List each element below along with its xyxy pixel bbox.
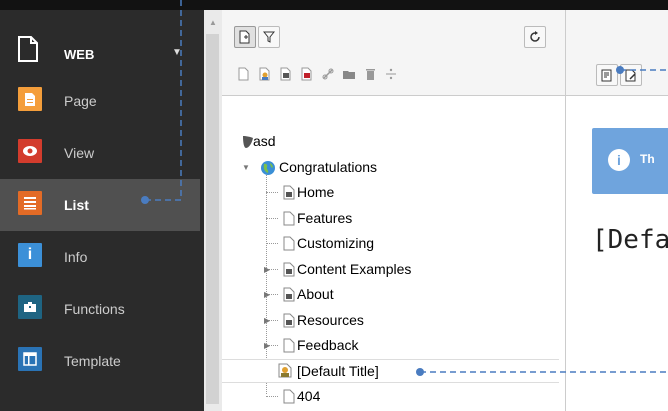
module-item-label: Info bbox=[64, 249, 88, 265]
chevron-down-icon[interactable]: ▼ bbox=[172, 47, 182, 58]
doctype-shortcut-icon[interactable] bbox=[279, 66, 293, 82]
module-item-label: List bbox=[64, 197, 89, 213]
new-record-icon bbox=[601, 69, 612, 81]
module-item-label: View bbox=[64, 145, 95, 161]
expand-right-icon[interactable]: ▶ bbox=[264, 316, 270, 325]
doctype-backend-user-icon[interactable] bbox=[258, 66, 272, 82]
tree-node-label: [Default Title] bbox=[297, 363, 379, 379]
module-item-page[interactable]: Page bbox=[0, 75, 200, 127]
globe-icon bbox=[261, 161, 275, 175]
docheader bbox=[566, 10, 668, 96]
module-menu-scrollbar[interactable]: ▲ bbox=[200, 10, 222, 411]
functions-module-icon bbox=[18, 295, 42, 319]
expand-down-icon[interactable]: ▼ bbox=[242, 163, 250, 172]
page-icon bbox=[283, 338, 295, 353]
doctype-divider-icon[interactable] bbox=[384, 66, 398, 82]
module-item-template[interactable]: Template bbox=[0, 335, 200, 387]
tree-node-page[interactable]: Features bbox=[222, 207, 565, 231]
new-page-icon bbox=[239, 30, 250, 44]
info-callout-title: Th bbox=[640, 152, 655, 166]
scroll-up-icon[interactable]: ▲ bbox=[209, 18, 217, 27]
document-icon bbox=[18, 36, 38, 62]
module-item-label: Page bbox=[64, 93, 97, 109]
page-tree-toolbar bbox=[222, 10, 565, 96]
tree-node-label: Home bbox=[297, 184, 335, 200]
doctype-page-icon[interactable] bbox=[236, 66, 250, 82]
scrollbar-thumb[interactable] bbox=[206, 34, 219, 404]
module-item-label: Template bbox=[64, 353, 121, 369]
filter-icon bbox=[263, 31, 275, 43]
list-module-icon bbox=[18, 191, 42, 215]
tree-node-page-selected[interactable]: [Default Title] bbox=[222, 359, 559, 383]
tree-node-label: About bbox=[297, 286, 334, 302]
tree-node-label: Resources bbox=[297, 312, 364, 328]
tree-node-page[interactable]: Customizing bbox=[222, 232, 565, 256]
new-record-button[interactable] bbox=[596, 64, 618, 86]
edit-page-button[interactable] bbox=[620, 64, 642, 86]
info-module-icon: i bbox=[18, 243, 42, 267]
doctype-folder-icon[interactable] bbox=[342, 66, 356, 82]
tree-node-label: Content Examples bbox=[297, 261, 412, 277]
doctype-recycler-icon[interactable] bbox=[363, 66, 377, 82]
page-tree: asd ▼ Congratulations Home Features Cust… bbox=[222, 96, 565, 411]
tree-node-page[interactable]: ▶ Content Examples bbox=[222, 258, 565, 282]
tree-node-label: 404 bbox=[297, 388, 321, 404]
doctype-mountpoint-icon[interactable] bbox=[300, 66, 314, 82]
page-icon bbox=[283, 211, 295, 226]
tree-node-label: Congratulations bbox=[279, 159, 378, 175]
new-page-toggle-button[interactable] bbox=[234, 26, 256, 48]
edit-page-icon bbox=[625, 69, 636, 81]
module-item-label: Functions bbox=[64, 301, 125, 317]
refresh-button[interactable] bbox=[524, 26, 546, 48]
refresh-icon bbox=[530, 31, 540, 42]
expand-right-icon[interactable]: ▶ bbox=[264, 290, 270, 299]
module-group-web[interactable]: WEB ▼ bbox=[0, 20, 200, 75]
info-callout: i Th bbox=[592, 128, 668, 194]
expand-right-icon[interactable]: ▶ bbox=[264, 341, 270, 350]
tree-node-label: Feedback bbox=[297, 337, 359, 353]
tree-node-label: Features bbox=[297, 210, 353, 226]
module-item-list[interactable]: List bbox=[0, 179, 200, 231]
page-icon bbox=[283, 389, 295, 404]
tree-node-page[interactable]: ▶ About bbox=[222, 283, 565, 307]
view-eye-icon bbox=[18, 139, 42, 163]
doctype-link-icon[interactable] bbox=[321, 66, 335, 82]
shortcut-page-icon bbox=[283, 185, 295, 200]
template-module-icon bbox=[18, 347, 42, 371]
page-heading: [Defau bbox=[592, 225, 668, 255]
module-item-view[interactable]: View bbox=[0, 127, 200, 179]
tree-node-page[interactable]: ▶ Resources bbox=[222, 309, 565, 333]
page-module-icon bbox=[18, 87, 42, 111]
tree-root-node[interactable]: asd bbox=[222, 130, 565, 154]
module-menu: WEB ▼ Page View List i Info Functions Te… bbox=[0, 10, 200, 411]
module-item-functions[interactable]: Functions bbox=[0, 283, 200, 335]
info-circle-icon: i bbox=[608, 149, 630, 171]
shortcut-page-icon bbox=[283, 287, 295, 302]
top-bar bbox=[0, 0, 668, 10]
shortcut-page-icon bbox=[283, 262, 295, 277]
tree-node-label: asd bbox=[253, 133, 276, 149]
tree-node-site[interactable]: ▼ Congratulations bbox=[222, 156, 565, 180]
backend-user-page-icon bbox=[278, 363, 292, 378]
tree-node-label: Customizing bbox=[297, 235, 375, 251]
tree-node-page[interactable]: ▶ Feedback bbox=[222, 334, 565, 358]
page-tree-panel: asd ▼ Congratulations Home Features Cust… bbox=[222, 10, 566, 411]
module-item-info[interactable]: i Info bbox=[0, 231, 200, 283]
shortcut-page-icon bbox=[283, 313, 295, 328]
expand-right-icon[interactable]: ▶ bbox=[264, 265, 270, 274]
filter-button[interactable] bbox=[258, 26, 280, 48]
tree-node-page[interactable]: 404 bbox=[222, 385, 565, 409]
list-content-area: i Th [Defau bbox=[566, 10, 668, 411]
module-group-label: WEB bbox=[64, 47, 95, 62]
page-icon bbox=[283, 236, 295, 251]
tree-node-page[interactable]: Home bbox=[222, 181, 565, 205]
